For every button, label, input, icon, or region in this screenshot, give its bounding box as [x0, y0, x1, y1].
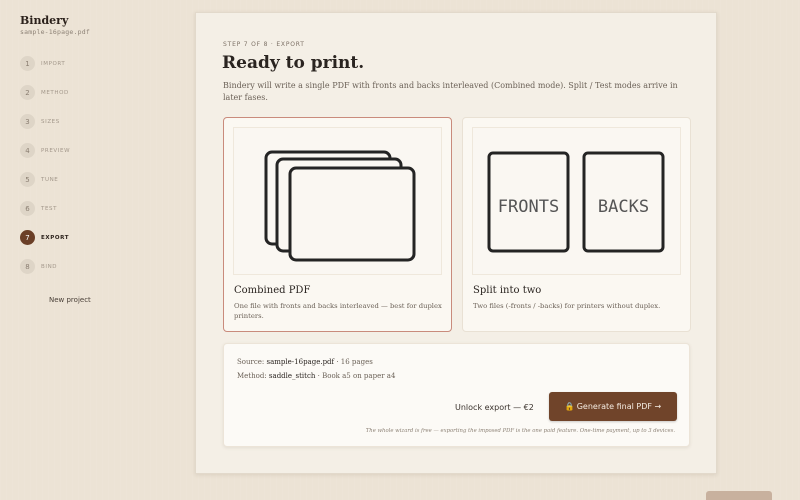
- step-sizes[interactable]: 3 SIZES: [20, 107, 190, 136]
- generate-label: Generate final PDF →: [576, 402, 662, 411]
- step-label: IMPORT: [41, 60, 66, 67]
- pricing-fine-print: The whole wizard is free — exporting the…: [365, 428, 675, 434]
- lock-icon: 🔒: [564, 402, 575, 411]
- option-description: Two files (-fronts / -backs) for printer…: [473, 302, 661, 310]
- page-title: Ready to print.: [222, 53, 365, 73]
- step-number: 4: [20, 143, 35, 158]
- step-preview[interactable]: 4 PREVIEW: [20, 136, 190, 165]
- wizard-steps: 1 IMPORT 2 METHOD 3 SIZES 4 PREVIEW 5 TU…: [20, 49, 190, 281]
- app-brand: Bindery: [20, 14, 69, 27]
- step-method[interactable]: 2 METHOD: [20, 78, 190, 107]
- source-pages: · 16 pages: [334, 358, 373, 366]
- option-combined-pdf[interactable]: Combined PDF One file with fronts and ba…: [223, 117, 452, 332]
- step-number: 1: [20, 56, 35, 71]
- stacked-pages-icon: [264, 150, 416, 262]
- step-number: 8: [20, 259, 35, 274]
- step-number: 3: [20, 114, 35, 129]
- method-value: saddle_stitch: [268, 372, 316, 380]
- new-project-link[interactable]: New project: [49, 296, 91, 304]
- fronts-label: FRONTS: [498, 197, 559, 217]
- step-test[interactable]: 6 TEST: [20, 194, 190, 223]
- current-file-name: sample-16page.pdf: [20, 28, 90, 36]
- sidebar: Bindery sample-16page.pdf 1 IMPORT 2 MET…: [0, 0, 190, 500]
- split-pages-icon: FRONTS BACKS: [487, 151, 665, 253]
- page-description: Bindery will write a single PDF with fro…: [223, 81, 678, 102]
- option-title: Split into two: [473, 285, 542, 296]
- backs-label: BACKS: [598, 197, 649, 217]
- option-split-into-two[interactable]: FRONTS BACKS Split into two Two files (-…: [462, 117, 691, 332]
- step-label: METHOD: [41, 89, 69, 96]
- step-label: PREVIEW: [41, 147, 71, 154]
- step-caption: STEP 7 OF 8 · EXPORT: [223, 41, 305, 48]
- step-label: TUNE: [41, 176, 59, 183]
- combined-preview: [233, 127, 442, 275]
- source-row: Source: sample-16page.pdf · 16 pages: [237, 358, 373, 366]
- step-export[interactable]: 7 EXPORT: [20, 223, 190, 252]
- step-number: 5: [20, 172, 35, 187]
- source-label: Source:: [237, 358, 265, 366]
- step-number: 7: [20, 230, 35, 245]
- step-import[interactable]: 1 IMPORT: [20, 49, 190, 78]
- step-label: BIND: [41, 263, 58, 270]
- method-label: Method:: [237, 372, 267, 380]
- export-summary: Source: sample-16page.pdf · 16 pages Met…: [223, 343, 690, 447]
- method-row: Method: saddle_stitch · Book a5 on paper…: [237, 372, 395, 380]
- step-label: SIZES: [41, 118, 60, 125]
- next-button[interactable]: [706, 491, 772, 500]
- split-preview: FRONTS BACKS: [472, 127, 681, 275]
- unlock-price: Unlock export — €2: [455, 403, 534, 412]
- step-tune[interactable]: 5 TUNE: [20, 165, 190, 194]
- step-number: 6: [20, 201, 35, 216]
- option-description: One file with fronts and backs interleav…: [234, 302, 442, 320]
- generate-final-pdf-button[interactable]: 🔒 Generate final PDF →: [549, 392, 677, 421]
- step-bind[interactable]: 8 BIND: [20, 252, 190, 281]
- step-label: EXPORT: [41, 234, 70, 241]
- export-panel: STEP 7 OF 8 · EXPORT Ready to print. Bin…: [195, 12, 717, 474]
- step-number: 2: [20, 85, 35, 100]
- option-title: Combined PDF: [234, 285, 311, 296]
- method-details: · Book a5 on paper a4: [315, 372, 396, 380]
- step-label: TEST: [41, 205, 58, 212]
- source-value: sample-16page.pdf: [266, 358, 335, 366]
